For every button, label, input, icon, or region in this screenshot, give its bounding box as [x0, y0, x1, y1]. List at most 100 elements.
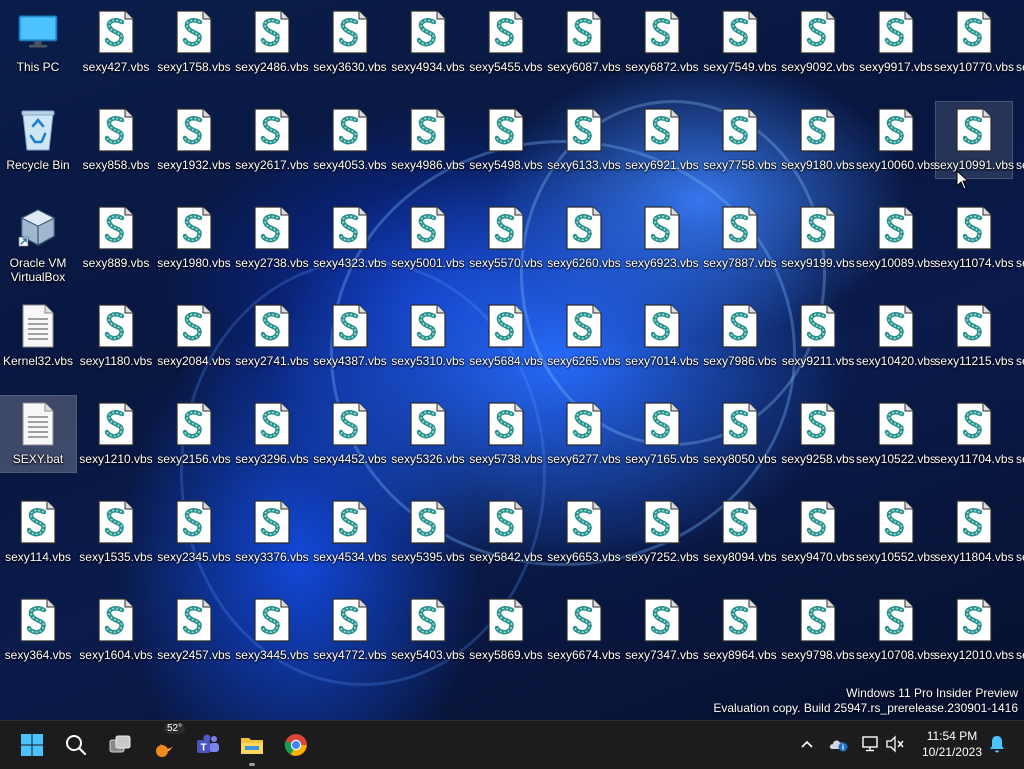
desktop-icon-sexy5869-vbs[interactable]: sexy5869.vbs — [468, 592, 544, 668]
desktop-icon-sexy7549-vbs[interactable]: sexy7549.vbs — [702, 4, 778, 80]
desktop-icon-sexy4772-vbs[interactable]: sexy4772.vbs — [312, 592, 388, 668]
desktop-icon-sexy9180-vbs[interactable]: sexy9180.vbs — [780, 102, 856, 178]
desktop-icon-sexy3296-vbs[interactable]: sexy3296.vbs — [234, 396, 310, 472]
task-view-button[interactable] — [100, 725, 140, 765]
weather-widget-button[interactable]: 52° — [146, 723, 186, 765]
desktop-icon-sexy12010-vbs[interactable]: sexy12010.vbs — [934, 592, 1014, 668]
desktop-icon-sexy7165-vbs[interactable]: sexy7165.vbs — [624, 396, 700, 472]
desktop-icon-sexy3630-vbs[interactable]: sexy3630.vbs — [312, 4, 388, 80]
volume-tray-button[interactable] — [884, 733, 906, 755]
desktop-icon-sexy6133-vbs[interactable]: sexy6133.vbs — [546, 102, 622, 178]
desktop-icon-sexy4452-vbs[interactable]: sexy4452.vbs — [312, 396, 388, 472]
desktop-icon-sexy2345-vbs[interactable]: sexy2345.vbs — [156, 494, 232, 570]
desktop-icon-sexy114-vbs[interactable]: sexy114.vbs — [0, 494, 76, 570]
desktop-icon-kernel32-vbs[interactable]: Kernel32.vbs — [0, 298, 76, 374]
desktop-icon-sexy427-vbs[interactable]: sexy427.vbs — [78, 4, 154, 80]
start-button[interactable] — [12, 725, 52, 765]
desktop-icon-sexy1210-vbs[interactable]: sexy1210.vbs — [78, 396, 154, 472]
desktop-icon-sexy10770-vbs[interactable]: sexy10770.vbs — [934, 4, 1014, 80]
desktop-icon-sexy5395-vbs[interactable]: sexy5395.vbs — [390, 494, 466, 570]
desktop-icon-sexy4934-vbs[interactable]: sexy4934.vbs — [390, 4, 466, 80]
desktop-icon-sexy1758-vbs[interactable]: sexy1758.vbs — [156, 4, 232, 80]
desktop-icon-sexy7986-vbs[interactable]: sexy7986.vbs — [702, 298, 778, 374]
desktop-icon-sexy858-vbs[interactable]: sexy858.vbs — [78, 102, 154, 178]
desktop-icon-sexy6921-vbs[interactable]: sexy6921.vbs — [624, 102, 700, 178]
desktop-icon-sexy7347-vbs[interactable]: sexy7347.vbs — [624, 592, 700, 668]
desktop-icon-sexy6653-vbs[interactable]: sexy6653.vbs — [546, 494, 622, 570]
desktop-icon-oracle-vm-virtualbox[interactable]: Oracle VM VirtualBox — [0, 200, 76, 290]
desktop-icon-sexy5001-vbs[interactable]: sexy5001.vbs — [390, 200, 466, 276]
desktop-icon-sexy2741-vbs[interactable]: sexy2741.vbs — [234, 298, 310, 374]
desktop-icon-sexy-bat[interactable]: SEXY.bat — [0, 395, 77, 473]
desktop-icon-sexy3445-vbs[interactable]: sexy3445.vbs — [234, 592, 310, 668]
desktop-icon-sexy10089-vbs[interactable]: sexy10089.vbs — [856, 200, 936, 276]
desktop-icon-sexy2156-vbs[interactable]: sexy2156.vbs — [156, 396, 232, 472]
chrome-button[interactable] — [276, 725, 316, 765]
desktop-icon-sexy1535-vbs[interactable]: sexy1535.vbs — [78, 494, 154, 570]
desktop-icon-sexy5684-vbs[interactable]: sexy5684.vbs — [468, 298, 544, 374]
desktop-icon-sexy5738-vbs[interactable]: sexy5738.vbs — [468, 396, 544, 472]
desktop-icon-sexy6923-vbs[interactable]: sexy6923.vbs — [624, 200, 700, 276]
desktop-icon-sexy9470-vbs[interactable]: sexy9470.vbs — [780, 494, 856, 570]
desktop-icon-sexy2617-vbs[interactable]: sexy2617.vbs — [234, 102, 310, 178]
desktop-icon-sexy11074-vbs[interactable]: sexy11074.vbs — [934, 200, 1014, 276]
desktop-icon-sexy4534-vbs[interactable]: sexy4534.vbs — [312, 494, 388, 570]
desktop-icon-sexy3376-vbs[interactable]: sexy3376.vbs — [234, 494, 310, 570]
show-hidden-icons-button[interactable] — [796, 733, 818, 755]
desktop-icon-sexy9199-vbs[interactable]: sexy9199.vbs — [780, 200, 856, 276]
desktop-icon-sexy10060-vbs[interactable]: sexy10060.vbs — [856, 102, 936, 178]
desktop-icon-sexy9258-vbs[interactable]: sexy9258.vbs — [780, 396, 856, 472]
desktop-icon-sexy9092-vbs[interactable]: sexy9092.vbs — [780, 4, 856, 80]
desktop-icon-sexy1180-vbs[interactable]: sexy1180.vbs — [78, 298, 154, 374]
network-tray-button[interactable] — [860, 733, 882, 755]
file-explorer-button[interactable] — [232, 725, 272, 766]
onedrive-tray-button[interactable] — [828, 733, 850, 755]
desktop-icon-sexy2084-vbs[interactable]: sexy2084.vbs — [156, 298, 232, 374]
desktop-icon-sexy1980-vbs[interactable]: sexy1980.vbs — [156, 200, 232, 276]
desktop-icon-sexy8050-vbs[interactable]: sexy8050.vbs — [702, 396, 778, 472]
desktop-icon-sexy10552-vbs[interactable]: sexy10552.vbs — [856, 494, 936, 570]
desktop-icon-sexy11704-vbs[interactable]: sexy11704.vbs — [934, 396, 1014, 472]
desktop-icon-sexy7758-vbs[interactable]: sexy7758.vbs — [702, 102, 778, 178]
desktop-icon-sexy10522-vbs[interactable]: sexy10522.vbs — [856, 396, 936, 472]
desktop-icon-sexy11804-vbs[interactable]: sexy11804.vbs — [934, 494, 1014, 570]
desktop[interactable]: This PC Recycle Bin Oracle VM VirtualBox… — [0, 0, 1024, 720]
desktop-icon-sexy5455-vbs[interactable]: sexy5455.vbs — [468, 4, 544, 80]
desktop-icon-sexy7014-vbs[interactable]: sexy7014.vbs — [624, 298, 700, 374]
desktop-icon-sexy4053-vbs[interactable]: sexy4053.vbs — [312, 102, 388, 178]
desktop-icon-sexy10708-vbs[interactable]: sexy10708.vbs — [856, 592, 936, 668]
desktop-icon-sexy6260-vbs[interactable]: sexy6260.vbs — [546, 200, 622, 276]
notifications-button[interactable] — [986, 733, 1008, 755]
teams-button[interactable]: T — [188, 725, 228, 765]
desktop-icon-sexy1932-vbs[interactable]: sexy1932.vbs — [156, 102, 232, 178]
desktop-icon-sexy2738-vbs[interactable]: sexy2738.vbs — [234, 200, 310, 276]
desktop-icon-sexy5498-vbs[interactable]: sexy5498.vbs — [468, 102, 544, 178]
desktop-icon-sexy10991-vbs[interactable]: sexy10991.vbs — [934, 101, 1014, 179]
desktop-icon-sexy7887-vbs[interactable]: sexy7887.vbs — [702, 200, 778, 276]
desktop-icon-sexy5403-vbs[interactable]: sexy5403.vbs — [390, 592, 466, 668]
desktop-icon-sexy6872-vbs[interactable]: sexy6872.vbs — [624, 4, 700, 80]
desktop-icon-sexy5326-vbs[interactable]: sexy5326.vbs — [390, 396, 466, 472]
desktop-icon-this-pc[interactable]: This PC — [0, 4, 76, 80]
desktop-icon-sexy8964-vbs[interactable]: sexy8964.vbs — [702, 592, 778, 668]
desktop-icon-sexy6674-vbs[interactable]: sexy6674.vbs — [546, 592, 622, 668]
desktop-icon-sexy9211-vbs[interactable]: sexy9211.vbs — [780, 298, 856, 374]
desktop-icon-sexy5842-vbs[interactable]: sexy5842.vbs — [468, 494, 544, 570]
desktop-icon-sexy4323-vbs[interactable]: sexy4323.vbs — [312, 200, 388, 276]
desktop-icon-sexy6087-vbs[interactable]: sexy6087.vbs — [546, 4, 622, 80]
desktop-icon-sexy1604-vbs[interactable]: sexy1604.vbs — [78, 592, 154, 668]
desktop-icon-sexy10420-vbs[interactable]: sexy10420.vbs — [856, 298, 936, 374]
desktop-icon-sexy7252-vbs[interactable]: sexy7252.vbs — [624, 494, 700, 570]
desktop-icon-sexy4387-vbs[interactable]: sexy4387.vbs — [312, 298, 388, 374]
desktop-icon-sexy889-vbs[interactable]: sexy889.vbs — [78, 200, 154, 276]
desktop-icon-sexy2457-vbs[interactable]: sexy2457.vbs — [156, 592, 232, 668]
desktop-icon-sexy6265-vbs[interactable]: sexy6265.vbs — [546, 298, 622, 374]
clock-button[interactable]: 11:54 PM 10/21/2023 — [922, 728, 982, 760]
desktop-icon-sexy11215-vbs[interactable]: sexy11215.vbs — [934, 298, 1014, 374]
desktop-icon-sexy5570-vbs[interactable]: sexy5570.vbs — [468, 200, 544, 276]
desktop-icon-sexy2486-vbs[interactable]: sexy2486.vbs — [234, 4, 310, 80]
desktop-icon-sexy5310-vbs[interactable]: sexy5310.vbs — [390, 298, 466, 374]
desktop-icon-sexy6277-vbs[interactable]: sexy6277.vbs — [546, 396, 622, 472]
desktop-icon-sexy9917-vbs[interactable]: sexy9917.vbs — [858, 4, 934, 80]
desktop-icon-sexy8094-vbs[interactable]: sexy8094.vbs — [702, 494, 778, 570]
